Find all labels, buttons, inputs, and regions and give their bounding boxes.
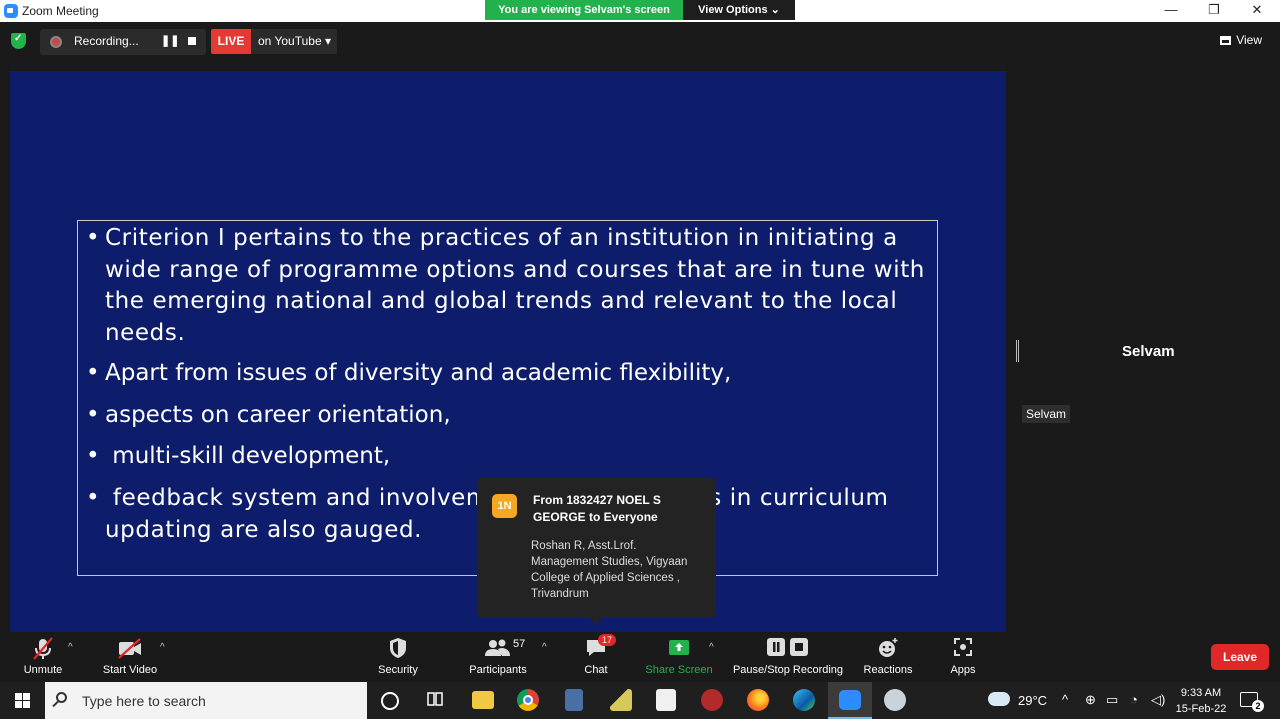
window-title: Zoom Meeting bbox=[22, 4, 99, 18]
app-icon[interactable] bbox=[610, 689, 632, 711]
participant-video-name: Selvam bbox=[1122, 343, 1175, 360]
windows-taskbar: Type here to search 29°C ^ ⊕ ▭ ◔ ◁) 9:33… bbox=[0, 682, 1280, 719]
pause-recording-icon[interactable]: ❚❚ bbox=[161, 34, 179, 47]
pdf-reader-icon[interactable] bbox=[656, 689, 676, 711]
chat-message: Roshan R, Asst.Lrof. Management Studies,… bbox=[531, 540, 688, 600]
audio-options-caret[interactable]: ^ bbox=[68, 642, 73, 653]
file-explorer-icon[interactable] bbox=[472, 691, 494, 709]
edge-icon[interactable] bbox=[793, 689, 815, 711]
slide-bullet: • multi-skill development, bbox=[86, 443, 391, 469]
taskbar-search-box[interactable]: Type here to search bbox=[45, 682, 367, 719]
viewing-screen-banner: You are viewing Selvam's screen bbox=[485, 0, 683, 20]
recording-dot-icon bbox=[50, 36, 62, 48]
view-layout-button[interactable]: View bbox=[1220, 33, 1262, 47]
show-hidden-icons-chevron-icon[interactable]: ^ bbox=[1062, 692, 1068, 707]
chrome-icon[interactable] bbox=[517, 689, 539, 711]
muted-microphone-icon bbox=[18, 636, 68, 662]
volume-icon[interactable]: ◁) bbox=[1151, 692, 1165, 708]
restore-button[interactable]: ❐ bbox=[1199, 2, 1229, 20]
encryption-shield-icon[interactable] bbox=[11, 33, 26, 49]
video-off-icon bbox=[100, 636, 160, 662]
chat-unread-badge: 17 bbox=[598, 634, 617, 646]
window-title-bar: Zoom Meeting You are viewing Selvam's sc… bbox=[0, 0, 1280, 22]
share-screen-icon bbox=[644, 636, 714, 662]
slide-bullet: • Apart from issues of diversity and acad… bbox=[86, 360, 732, 386]
zoom-taskbar-button[interactable] bbox=[828, 682, 872, 719]
meeting-top-bar: Recording... ❚❚ LIVE on YouTube ▾ View bbox=[0, 22, 1280, 62]
start-video-button[interactable]: Start Video bbox=[100, 636, 160, 676]
apps-icon bbox=[942, 636, 984, 662]
paint-icon[interactable] bbox=[884, 689, 906, 711]
participants-options-caret[interactable]: ^ bbox=[542, 642, 547, 653]
sender-avatar: 1N bbox=[492, 494, 517, 518]
meeting-controls-toolbar: Unmute ^ Start Video ^ Security 57 Parti… bbox=[0, 632, 1280, 682]
live-stream-target-dropdown[interactable]: on YouTube ▾ bbox=[251, 29, 337, 54]
search-icon bbox=[56, 692, 67, 703]
notification-count-badge: 2 bbox=[1252, 700, 1264, 712]
windows-logo-icon bbox=[15, 693, 30, 708]
slide-bullet: • aspects on career orientation, bbox=[86, 402, 451, 428]
participants-icon: 57 bbox=[465, 636, 531, 662]
close-button[interactable]: ✕ bbox=[1242, 2, 1272, 20]
firefox-icon[interactable] bbox=[747, 689, 769, 711]
media-app-icon[interactable] bbox=[701, 689, 723, 711]
smiley-icon bbox=[862, 636, 914, 662]
participants-count: 57 bbox=[513, 638, 526, 650]
view-grid-icon bbox=[1220, 36, 1232, 45]
cortana-icon[interactable] bbox=[381, 692, 399, 710]
calculator-icon[interactable] bbox=[565, 689, 583, 711]
unmute-button[interactable]: Unmute bbox=[18, 636, 68, 676]
panel-resize-handle[interactable] bbox=[1016, 340, 1019, 362]
stop-recording-icon[interactable] bbox=[188, 37, 196, 45]
start-button[interactable] bbox=[0, 682, 45, 719]
chat-button[interactable]: 17 Chat bbox=[576, 634, 617, 676]
minimize-button[interactable]: — bbox=[1156, 2, 1186, 20]
participants-button[interactable]: 57 Participants bbox=[465, 636, 531, 676]
pause-stop-icon bbox=[730, 636, 846, 662]
video-options-caret[interactable]: ^ bbox=[160, 642, 165, 653]
slide-bullet: • Criterion I pertains to the practices o… bbox=[86, 225, 925, 346]
pause-stop-recording-button[interactable]: Pause/Stop Recording bbox=[730, 636, 846, 676]
clock-time: 9:33 AM bbox=[1180, 687, 1222, 699]
wifi-icon[interactable]: ◔ bbox=[1130, 692, 1138, 707]
view-options-button[interactable]: View Options ⌄ bbox=[683, 0, 795, 20]
security-shield-icon bbox=[373, 636, 423, 662]
security-button[interactable]: Security bbox=[373, 636, 423, 676]
clock-date: 15-Feb-22 bbox=[1175, 703, 1227, 715]
zoom-app-icon bbox=[4, 4, 18, 18]
battery-icon[interactable]: ▭ bbox=[1106, 692, 1118, 708]
chat-bubble-icon: 17 bbox=[576, 634, 617, 662]
apps-button[interactable]: Apps bbox=[942, 636, 984, 676]
search-placeholder: Type here to search bbox=[82, 693, 206, 709]
chat-sender: From 1832427 NOEL S GEORGE to Everyone bbox=[533, 493, 661, 524]
chat-notification-popup[interactable]: 1N From 1832427 NOEL S GEORGE to Everyon… bbox=[477, 478, 716, 624]
weather-temperature[interactable]: 29°C bbox=[1018, 693, 1047, 708]
recording-label: Recording... bbox=[74, 34, 139, 48]
leave-meeting-button[interactable]: Leave bbox=[1211, 644, 1269, 670]
recording-indicator: Recording... ❚❚ bbox=[40, 29, 206, 55]
share-screen-button[interactable]: Share Screen bbox=[644, 636, 714, 676]
live-badge: LIVE bbox=[211, 29, 251, 54]
system-clock[interactable]: 9:33 AM 15-Feb-22 bbox=[1170, 685, 1232, 717]
share-options-caret[interactable]: ^ bbox=[709, 642, 714, 653]
task-view-icon[interactable] bbox=[425, 689, 447, 711]
reactions-button[interactable]: Reactions bbox=[862, 636, 914, 676]
participant-name-tag: Selvam bbox=[1022, 405, 1071, 423]
meet-now-icon[interactable]: ⊕ bbox=[1085, 692, 1096, 708]
weather-cloud-icon[interactable] bbox=[988, 692, 1010, 706]
view-label: View bbox=[1236, 33, 1262, 47]
zoom-icon bbox=[839, 690, 861, 710]
